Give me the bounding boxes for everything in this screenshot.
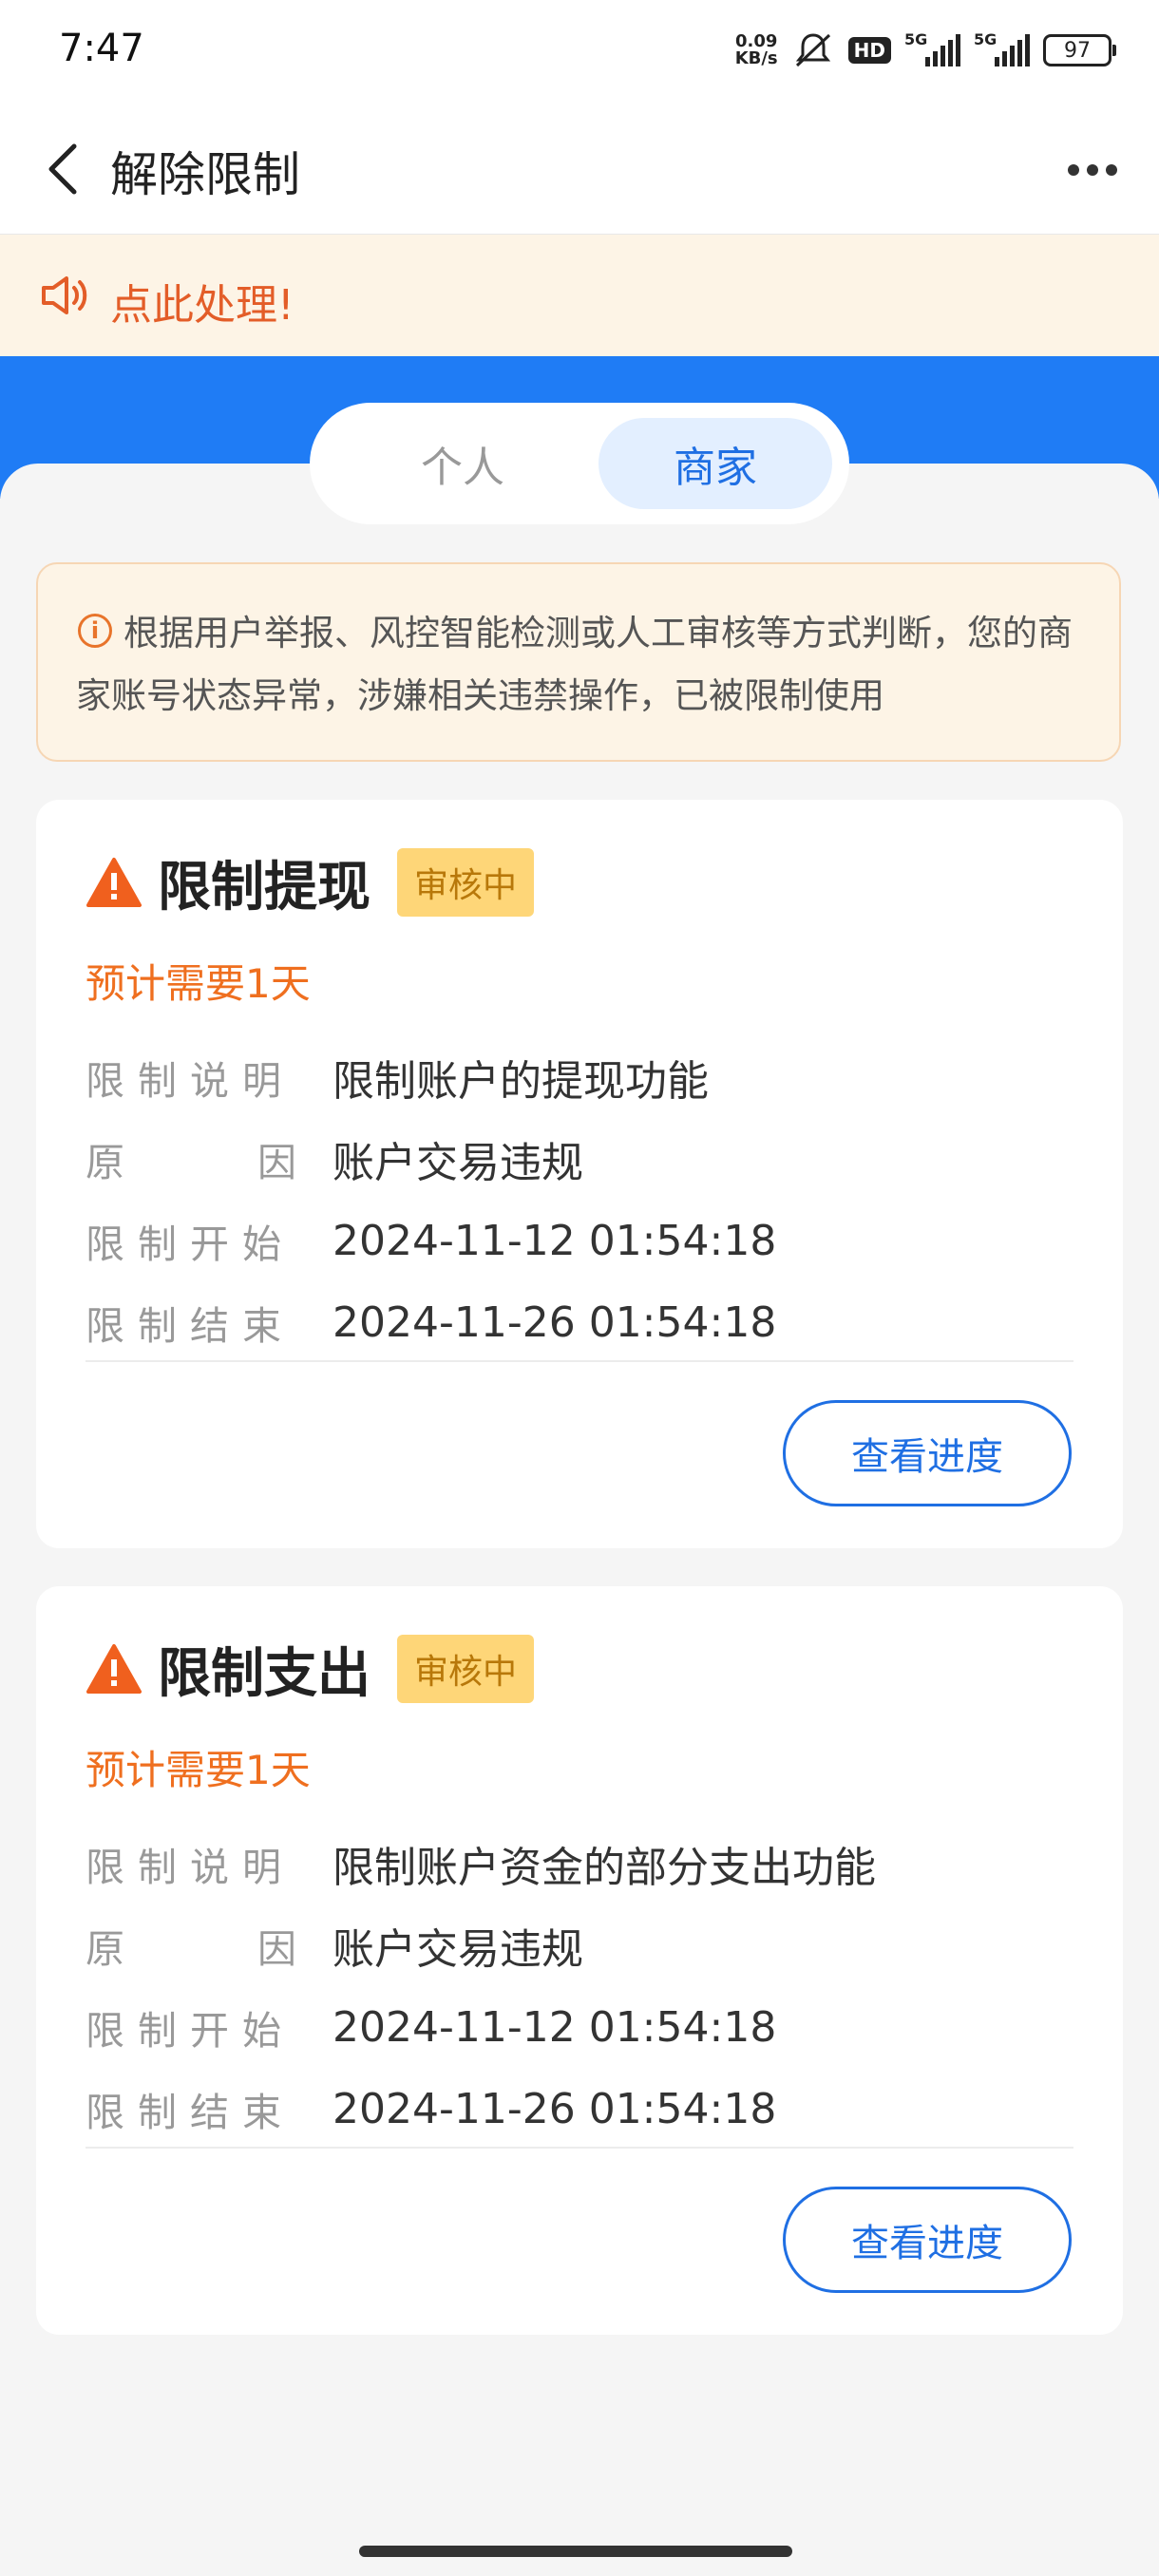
- row-value: 限制账户的提现功能: [332, 1057, 709, 1106]
- detail-row: 原 因 账户交易违规: [86, 1917, 583, 1974]
- row-value: 2024-11-26 01:54:18: [332, 1297, 777, 1347]
- divider: [86, 2147, 1074, 2149]
- card-header: 限制提现 审核中: [86, 848, 535, 919]
- tab-personal[interactable]: 个人: [346, 418, 580, 509]
- restriction-alert: i 根据用户举报、风控智能检测或人工审核等方式判断，您的商家账号状态异常，涉嫌相…: [36, 562, 1121, 762]
- hd-voice-icon: HD: [847, 37, 891, 64]
- bell-muted-icon: [795, 33, 830, 67]
- detail-row: 限制说明 限制账户的提现功能: [86, 1049, 709, 1106]
- chevron-left-icon: [48, 143, 77, 195]
- signal-label-2: 5G: [974, 30, 998, 48]
- status-bar: 7:47 0.09 KB/s HD 5G 5G 97: [0, 0, 1159, 104]
- row-value: 账户交易违规: [332, 1925, 583, 1974]
- view-progress-button[interactable]: 查看进度: [783, 2187, 1072, 2293]
- row-value: 2024-11-12 01:54:18: [332, 1216, 777, 1265]
- row-value: 2024-11-12 01:54:18: [332, 2002, 777, 2052]
- battery-level: 97: [1064, 38, 1091, 63]
- card-title: 限制提现: [158, 856, 370, 919]
- row-value: 2024-11-26 01:54:18: [332, 2084, 777, 2133]
- detail-row: 原 因 账户交易违规: [86, 1130, 583, 1187]
- status-icons: 0.09 KB/s HD 5G 5G 97: [735, 27, 1116, 74]
- account-type-tabs: 个人 商家: [310, 403, 849, 524]
- card-header: 限制支出 审核中: [86, 1635, 535, 1705]
- row-label: 原 因: [86, 1140, 296, 1185]
- net-speed: 0.09 KB/s: [735, 33, 778, 67]
- status-badge: 审核中: [397, 848, 535, 917]
- nav-bar: 解除限制: [0, 104, 1159, 235]
- restriction-card-withdrawal: 限制提现 审核中 预计需要1天 限制说明 限制账户的提现功能 原 因 账户交易违…: [36, 800, 1123, 1548]
- notice-text: 点此处理!: [110, 281, 294, 330]
- row-label: 限制开始: [86, 1222, 294, 1267]
- alert-text: 根据用户举报、风控智能检测或人工审核等方式判断，您的商家账号状态异常，涉嫌相关违…: [76, 613, 1073, 716]
- more-dots-icon: [1068, 164, 1079, 176]
- notice-bar[interactable]: 点此处理!: [0, 235, 1159, 356]
- row-value: 限制账户资金的部分支出功能: [332, 1844, 876, 1892]
- divider: [86, 1360, 1074, 1362]
- eta-text: 预计需要1天: [86, 960, 311, 1007]
- row-label: 限制结束: [86, 2090, 294, 2135]
- page-title: 解除限制: [110, 147, 300, 202]
- battery-icon: 97: [1043, 34, 1116, 66]
- speaker-icon: [42, 276, 87, 314]
- eta-text: 预计需要1天: [86, 1747, 311, 1793]
- signal-strength-icon: 5G: [904, 30, 960, 66]
- detail-row: 限制开始 2024-11-12 01:54:18: [86, 1212, 776, 1269]
- back-button[interactable]: [34, 133, 91, 205]
- warning-icon: [86, 1644, 142, 1694]
- detail-row: 限制说明 限制账户资金的部分支出功能: [86, 1835, 876, 1892]
- detail-row: 限制结束 2024-11-26 01:54:18: [86, 1294, 776, 1351]
- status-badge: 审核中: [397, 1635, 535, 1703]
- card-title: 限制支出: [158, 1642, 370, 1705]
- signal-label: 5G: [904, 30, 928, 48]
- restriction-card-spending: 限制支出 审核中 预计需要1天 限制说明 限制账户资金的部分支出功能 原 因 账…: [36, 1586, 1123, 2335]
- row-label: 原 因: [86, 1926, 296, 1972]
- row-label: 限制开始: [86, 2008, 294, 2054]
- warning-icon: [86, 858, 142, 907]
- signal-strength-icon-2: 5G: [974, 30, 1030, 66]
- detail-row: 限制结束 2024-11-26 01:54:18: [86, 2080, 776, 2137]
- row-label: 限制结束: [86, 1303, 294, 1349]
- detail-row: 限制开始 2024-11-12 01:54:18: [86, 1998, 776, 2055]
- net-speed-unit: KB/s: [734, 48, 778, 68]
- more-options-button[interactable]: [1054, 137, 1130, 203]
- home-indicator[interactable]: [359, 2546, 792, 2557]
- status-time: 7:47: [59, 27, 144, 70]
- tab-merchant[interactable]: 商家: [598, 418, 832, 509]
- row-label: 限制说明: [86, 1058, 294, 1104]
- row-label: 限制说明: [86, 1845, 294, 1890]
- view-progress-button[interactable]: 查看进度: [783, 1400, 1072, 1506]
- row-value: 账户交易违规: [332, 1139, 583, 1187]
